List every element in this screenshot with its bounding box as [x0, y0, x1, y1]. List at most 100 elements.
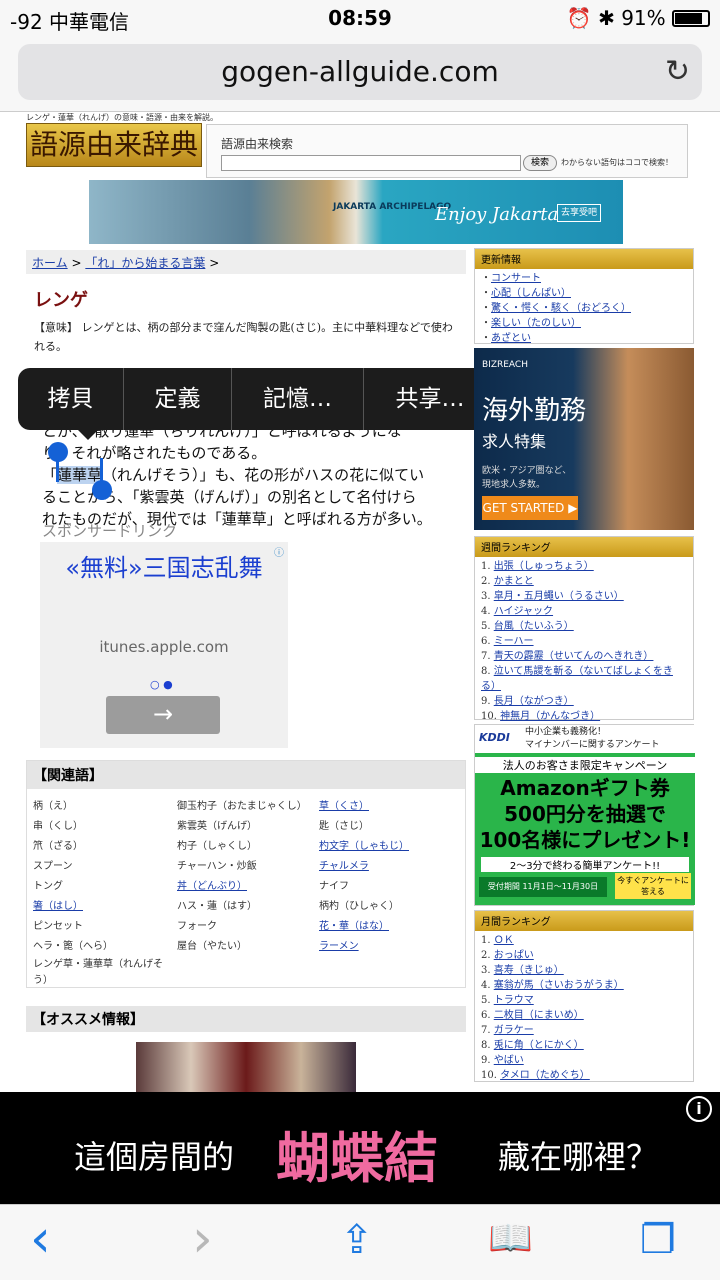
related-word: 杓子（しゃくし） — [177, 841, 257, 852]
search-button[interactable]: 検索 — [523, 155, 557, 171]
ad3-period: 受付期間 11月1日〜11月30日 — [479, 877, 607, 897]
search-panel: 語源由来検索 検索 わからない語句はココで検索！ — [206, 124, 688, 178]
monthly-item[interactable]: 7. ガラケー — [481, 1023, 687, 1038]
kddi-ad[interactable]: KDDI 中小企業も義務化！ マイナンバーに関するアンケート 法人のお客さま限定キ… — [474, 724, 695, 906]
related-title: 【関連語】 — [27, 761, 465, 789]
ad2-brand: BIZREACH — [482, 360, 528, 370]
ad2-button[interactable]: GET STARTED ▶ — [482, 496, 578, 520]
weekly-item[interactable]: 3. 皐月・五月蠅い（うるさい） — [481, 589, 687, 604]
search-input[interactable] — [221, 155, 521, 171]
related-word: ヘラ・篦（へら） — [33, 941, 113, 952]
related-words-box: 【関連語】 柄（え） 串（くし） 笊（ざる） スプーン トング 箸（はし） ピンセット ヘラ・… — [26, 760, 466, 988]
reload-icon[interactable]: ↻ — [665, 54, 690, 89]
ad3-top: 中小企業も義務化！ マイナンバーに関するアンケート — [525, 727, 660, 750]
battery-status: ⏰ ✱ 91% — [567, 6, 710, 30]
related-word: 柄杓（ひしゃく） — [319, 901, 399, 912]
ad-info-icon[interactable]: i — [686, 1096, 712, 1122]
monthly-item[interactable]: 1. ＯＫ — [481, 933, 687, 948]
monthly-item[interactable]: 8. 兎に角（とにかく） — [481, 1038, 687, 1053]
sponsored-label: スポンサードリンク — [42, 522, 178, 540]
ad3-line3: 法人のお客さま限定キャンペーン — [475, 757, 695, 773]
bottom-banner-ad[interactable]: 這個房間的 蝴蝶結 藏在哪裡？ i — [0, 1092, 720, 1204]
monthly-item[interactable]: 6. 二枚目（にまいめ） — [481, 1008, 687, 1023]
ad2-desc: 欧米・アジア圏など、 現地求人多数。 — [482, 466, 572, 490]
jakarta-banner-ad[interactable]: JAKARTA ARCHIPELAGO Enjoy Jakarta 去享受吧 — [89, 180, 623, 244]
breadcrumb-home[interactable]: ホーム — [32, 256, 68, 270]
banner-left-text: JAKARTA ARCHIPELAGO — [333, 202, 452, 212]
forward-icon[interactable]: › — [192, 1209, 213, 1269]
related-word: 串（くし） — [33, 821, 83, 832]
page-title: レンゲ — [34, 290, 88, 311]
monthly-item[interactable]: 5. トラウマ — [481, 993, 687, 1008]
share-icon[interactable]: ⇪ — [340, 1217, 374, 1263]
related-word[interactable]: 草（くさ） — [319, 797, 369, 812]
related-word[interactable]: 杓文字（しゃもじ） — [319, 837, 409, 852]
updates-item[interactable]: ・あざとい — [481, 331, 687, 346]
related-word[interactable]: ラーメン — [319, 937, 359, 952]
ad2-sub: 求人特集 — [482, 432, 547, 451]
weekly-item[interactable]: 2. かまとと — [481, 574, 687, 589]
updates-item[interactable]: ・心配（しんぱい） — [481, 286, 687, 301]
weekly-item[interactable]: 9. 長月（ながつき） — [481, 694, 687, 709]
weekly-item[interactable]: 4. ハイジャック — [481, 604, 687, 619]
ad3-headline: Amazonギフト券 500円分を抽選で 100名様にプレゼント! — [479, 776, 691, 852]
selection-end-handle[interactable] — [92, 480, 112, 500]
bookmarks-icon[interactable]: 📖 — [488, 1217, 533, 1259]
monthly-item[interactable]: 4. 塞翁が馬（さいおうがうま） — [481, 978, 687, 993]
address-bar[interactable]: gogen-allguide.com — [18, 44, 702, 100]
selection-start-handle[interactable] — [48, 442, 68, 462]
monthly-item[interactable]: 2. おっぱい — [481, 948, 687, 963]
updates-box: 更新情報 ・コンサート ・心配（しんぱい） ・驚く・愕く・駭く（おどろく） ・楽しい（… — [474, 248, 694, 344]
related-word[interactable]: 箸（はし） — [33, 897, 83, 912]
battery-percent: 91% — [621, 6, 666, 30]
copy-menu-item[interactable]: 拷貝 — [18, 368, 124, 430]
selection-start-stem — [56, 460, 59, 482]
bottom-ad-left: 這個房間的 — [74, 1138, 235, 1176]
text-selection-menu: 拷貝 定義 記憶… 共享… — [18, 368, 496, 440]
recommend-title: 【オススメ情報】 — [26, 1006, 466, 1032]
related-word[interactable]: チャルメラ — [319, 857, 369, 872]
memorize-menu-item[interactable]: 記憶… — [232, 368, 364, 430]
related-word[interactable]: 花・華（はな） — [319, 917, 389, 932]
related-word: 紫雲英（げんげ） — [177, 821, 257, 832]
monthly-title: 月間ランキング — [475, 911, 693, 931]
game-ad[interactable]: ⓘ «無料»三国志乱舞 itunes.apple.com ○ ● → — [40, 542, 288, 748]
ad-arrow-button[interactable]: → — [106, 696, 220, 734]
body-line: り、それが略されたものである。 — [42, 444, 267, 462]
tabs-icon[interactable]: ❐ — [640, 1217, 676, 1263]
weekly-item[interactable]: 10. 神無月（かんなづき） — [481, 709, 687, 724]
bottom-ad-right: 藏在哪裡？ — [498, 1138, 659, 1176]
weekly-item[interactable]: 5. 台風（たいふう） — [481, 619, 687, 634]
ad3-button[interactable]: 今すぐアンケートに答える — [615, 873, 691, 899]
related-word[interactable]: 丼（どんぶり） — [177, 877, 247, 892]
ad-pager-dots: ○ ● — [150, 678, 173, 691]
search-title: 語源由来検索 — [221, 137, 294, 151]
site-tagline: レンゲ・蓮華（れんげ）の意味・語源・由来を解説。 — [26, 113, 218, 122]
monthly-item[interactable]: 10. タメロ（ためぐち） — [481, 1068, 687, 1083]
back-icon[interactable]: ‹ — [30, 1209, 51, 1269]
define-menu-item[interactable]: 定義 — [124, 368, 232, 430]
weekly-item[interactable]: 8. 泣いて馬謖を斬る（ないてばしょくをきる） — [481, 664, 687, 694]
site-logo[interactable]: 語源由来辞典 — [26, 123, 202, 167]
ad-headline[interactable]: «無料»三国志乱舞 — [40, 552, 288, 584]
bizreach-ad[interactable]: BIZREACH 海外勤務 求人特集 欧米・アジア圏など、 現地求人多数。 GET… — [474, 348, 694, 530]
monthly-item[interactable]: 3. 喜寿（きじゅ） — [481, 963, 687, 978]
weekly-item[interactable]: 7. 青天の霹靂（せいてんのへきれき） — [481, 649, 687, 664]
breadcrumb-section[interactable]: 「れ」から始まる言葉 — [85, 256, 205, 270]
weekly-item[interactable]: 6. ミーハー — [481, 634, 687, 649]
updates-item[interactable]: ・楽しい（たのしい） — [481, 316, 687, 331]
updates-item[interactable]: ・コンサート — [481, 271, 687, 286]
related-word: チャーハン・炒飯 — [177, 861, 257, 872]
banner-button[interactable]: 去享受吧 — [557, 204, 601, 222]
browser-toolbar: ‹ › ⇪ 📖 ❐ — [0, 1204, 720, 1280]
updates-item[interactable]: ・驚く・愕く・駭く（おどろく） — [481, 301, 687, 316]
related-word: スプーン — [33, 861, 73, 872]
status-bar: -92 中華電信 08:59 ⏰ ✱ 91% — [0, 0, 720, 36]
recommend-image[interactable] — [136, 1042, 356, 1092]
bottom-ad-center: 蝴蝶結 — [276, 1127, 438, 1190]
menu-pointer — [76, 428, 100, 440]
monthly-item[interactable]: 9. やばい — [481, 1053, 687, 1068]
article-body: とが、「散り蓮華（ちりれんげ）」と呼ばれるようにな り、それが略されたものである… — [42, 420, 462, 530]
weekly-item[interactable]: 1. 出張（しゅっちょう） — [481, 559, 687, 574]
related-word: フォーク — [177, 921, 217, 932]
